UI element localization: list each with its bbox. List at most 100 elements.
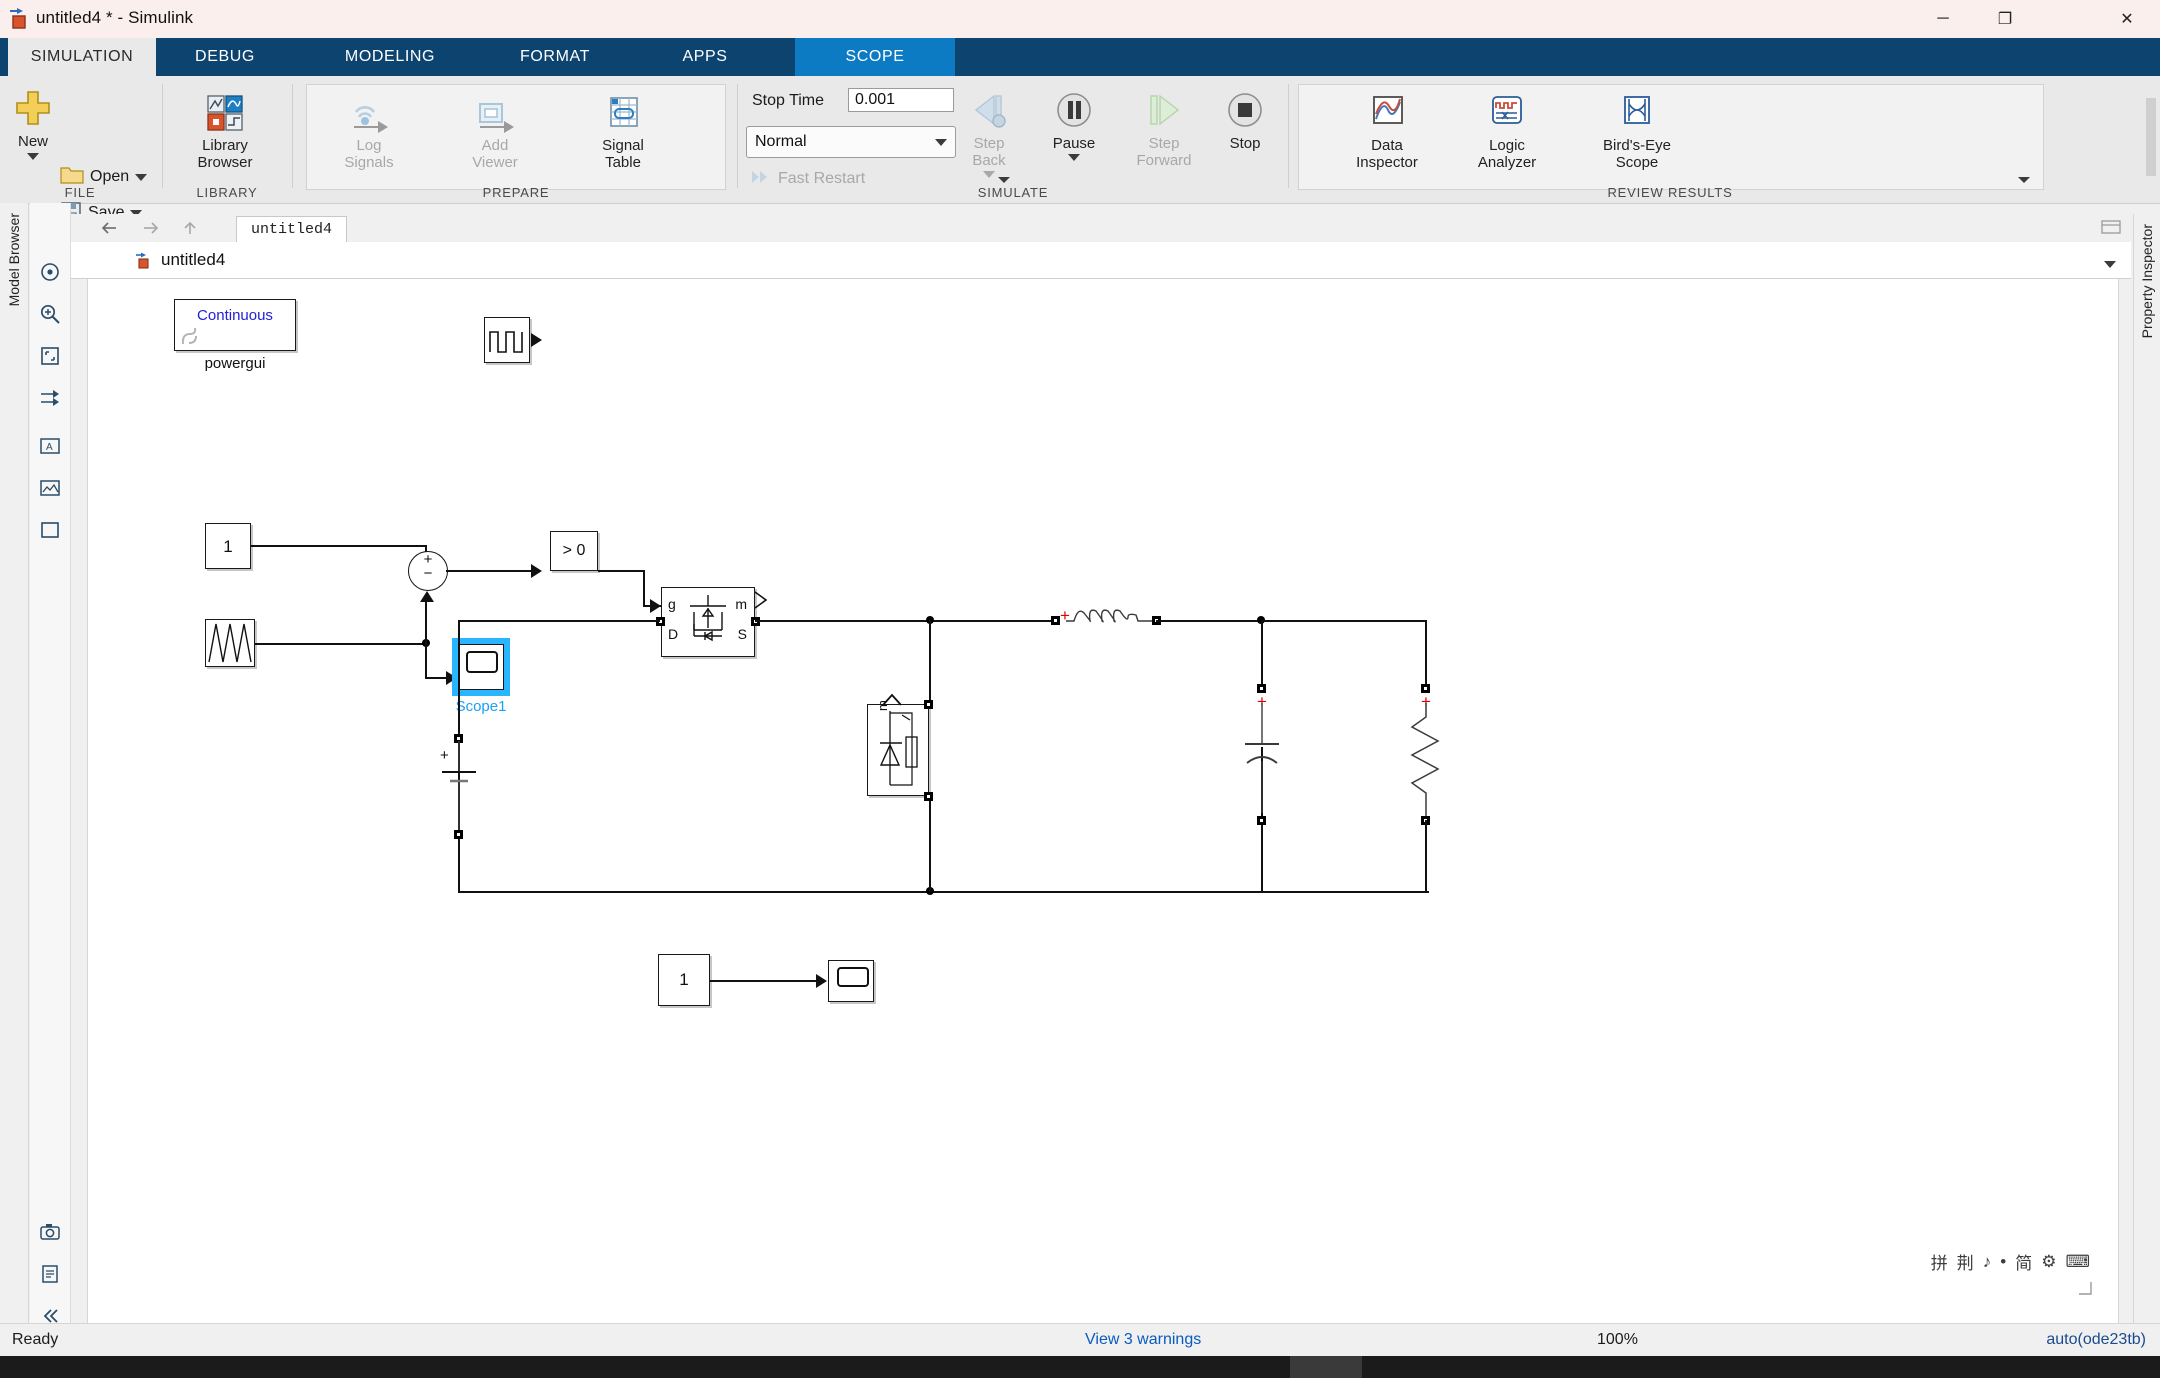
powergui-block[interactable]: Continuous bbox=[174, 299, 296, 351]
area-icon[interactable] bbox=[36, 516, 64, 544]
annotation-icon[interactable]: A bbox=[36, 432, 64, 460]
step-back-button: Step Back bbox=[950, 88, 1028, 178]
birds-eye-scope-button[interactable]: Bird's-Eye Scope bbox=[1572, 90, 1702, 171]
ribbon-scroll-thumb[interactable] bbox=[2146, 98, 2156, 176]
signal-table-label-1: Signal bbox=[602, 137, 644, 154]
scope1-block-label: Scope1 bbox=[455, 698, 507, 715]
simulation-mode-caret-icon[interactable] bbox=[935, 138, 947, 146]
data-inspector-button[interactable]: Data Inspector bbox=[1332, 90, 1442, 171]
mosfet-gate-port-label: g bbox=[668, 596, 676, 612]
tab-format[interactable]: FORMAT bbox=[490, 38, 620, 76]
scope1-block[interactable] bbox=[458, 644, 504, 690]
model-browser-strip[interactable]: Model Browser bbox=[0, 203, 29, 1339]
logic-analyzer-button[interactable]: Logic Analyzer bbox=[1452, 90, 1562, 171]
minimize-button[interactable]: ─ bbox=[1912, 0, 1974, 38]
tab-options-icon[interactable] bbox=[2101, 219, 2121, 240]
add-viewer-label-1: Add bbox=[481, 137, 509, 154]
ime-glyph-2[interactable]: 荆 bbox=[1957, 1249, 1974, 1274]
add-viewer-button: Add Viewer bbox=[452, 90, 538, 171]
diode-block[interactable]: m bbox=[867, 693, 929, 796]
ime-glyph-7[interactable]: ⌨ bbox=[2065, 1252, 2090, 1272]
ime-glyph-6[interactable]: ⚙ bbox=[2041, 1252, 2056, 1272]
fit-to-view-icon[interactable] bbox=[36, 342, 64, 370]
tab-scope[interactable]: SCOPE bbox=[795, 38, 955, 76]
log-signals-button: Log Signals bbox=[326, 90, 412, 171]
repeating-sequence-block[interactable] bbox=[205, 619, 255, 667]
ribbon-group-review: Data Inspector Logic Analyzer Bird's-Eye… bbox=[1290, 76, 2050, 203]
library-group-label: LIBRARY bbox=[196, 185, 258, 200]
taskbar-active-item[interactable] bbox=[1290, 1356, 1362, 1378]
camera-icon[interactable] bbox=[36, 1218, 64, 1246]
property-inspector-strip[interactable]: Property Inspector bbox=[2133, 214, 2160, 1339]
constant2-value: 1 bbox=[679, 970, 689, 989]
mosfet-drain-port[interactable] bbox=[656, 617, 665, 626]
wire-diode-to-bottom bbox=[929, 796, 931, 891]
constant-block[interactable]: 1 bbox=[205, 523, 251, 569]
mosfet-block[interactable]: g D S m bbox=[661, 587, 755, 657]
dc-source-negative-port[interactable] bbox=[454, 830, 463, 839]
signal-table-button[interactable]: Signal Table bbox=[580, 90, 666, 171]
status-warnings-link[interactable]: View 3 warnings bbox=[1085, 1331, 1201, 1349]
tab-apps[interactable]: APPS bbox=[650, 38, 760, 76]
compare-to-zero-block[interactable]: > 0 bbox=[550, 531, 598, 571]
step-forward-button: Step Forward bbox=[1120, 88, 1208, 169]
ime-glyph-4[interactable]: • bbox=[2000, 1252, 2006, 1272]
mosfet-gate-arrow-icon bbox=[650, 599, 661, 613]
stop-button[interactable]: Stop bbox=[1210, 88, 1280, 152]
ime-glyph-1[interactable]: 拼 bbox=[1931, 1249, 1948, 1274]
diode-cathode-port[interactable] bbox=[924, 792, 933, 801]
pause-button[interactable]: Pause bbox=[1035, 88, 1113, 161]
tab-simulation[interactable]: SIMULATION bbox=[8, 38, 156, 76]
canvas-resize-grip[interactable] bbox=[2078, 1281, 2092, 1295]
simulink-window: untitled4 * - Simulink ─ ❐ ✕ SIMULATION … bbox=[0, 0, 2160, 1378]
tab-debug[interactable]: DEBUG bbox=[170, 38, 280, 76]
wire-output-node-to-resistor bbox=[1261, 620, 1426, 622]
pulse-generator-block[interactable] bbox=[484, 317, 530, 363]
report-icon[interactable] bbox=[36, 1260, 64, 1288]
nav-forward-icon[interactable] bbox=[139, 218, 161, 238]
scope2-block[interactable] bbox=[828, 960, 874, 1002]
model-tab-untitled4[interactable]: untitled4 bbox=[236, 216, 348, 244]
mosfet-drain-port-label: D bbox=[668, 626, 679, 642]
open-caret-icon[interactable] bbox=[135, 173, 148, 181]
step-forward-icon bbox=[1141, 88, 1187, 132]
ribbon-group-prepare: Log Signals Add Viewer Signal Table PREP… bbox=[296, 76, 1010, 203]
new-button[interactable]: New bbox=[2, 86, 64, 160]
pause-label: Pause bbox=[1052, 135, 1096, 152]
ime-toolbar[interactable]: 拼 荆 ♪ • 简 ⚙ ⌨ bbox=[1924, 1246, 2096, 1277]
explore-icon[interactable] bbox=[36, 258, 64, 286]
wire-bottom-right bbox=[1261, 891, 1429, 893]
constant2-block[interactable]: 1 bbox=[658, 954, 710, 1006]
wire-compare-down bbox=[643, 570, 645, 606]
scope2-input-arrow-icon bbox=[816, 974, 827, 988]
zoom-in-icon[interactable] bbox=[36, 300, 64, 328]
mosfet-source-port[interactable] bbox=[751, 617, 760, 626]
new-caret-icon[interactable] bbox=[27, 153, 39, 160]
svg-text:A: A bbox=[46, 442, 53, 453]
simulation-mode-select[interactable]: Normal bbox=[746, 126, 956, 158]
pause-caret-icon[interactable] bbox=[1068, 154, 1080, 161]
ime-glyph-5[interactable]: 简 bbox=[2015, 1249, 2032, 1274]
ime-glyph-3[interactable]: ♪ bbox=[1983, 1252, 1992, 1272]
tab-modeling[interactable]: MODELING bbox=[320, 38, 460, 76]
breadcrumb: untitled4 bbox=[71, 242, 2131, 279]
stop-label: Stop bbox=[1229, 135, 1261, 152]
stop-time-input[interactable] bbox=[848, 88, 954, 112]
simulation-mode-value: Normal bbox=[755, 133, 807, 150]
signal-flow-icon[interactable] bbox=[36, 384, 64, 412]
signal-table-label-2: Table bbox=[605, 154, 641, 171]
maximize-button[interactable]: ❐ bbox=[1974, 0, 2036, 38]
inductor-left-port[interactable] bbox=[1051, 616, 1060, 625]
sawtooth-waveform-icon bbox=[208, 623, 252, 663]
library-browser-button[interactable]: Library Browser bbox=[182, 90, 268, 171]
nav-back-icon[interactable] bbox=[99, 218, 121, 238]
close-button[interactable]: ✕ bbox=[2094, 0, 2160, 38]
model-canvas[interactable]: Continuous powergui 1 + − > 0 Scope1 g D… bbox=[87, 279, 2119, 1338]
sum-block[interactable]: + − bbox=[408, 551, 448, 591]
diode-anode-port[interactable] bbox=[924, 700, 933, 709]
breadcrumb-caret-icon[interactable] bbox=[2103, 256, 2117, 274]
nav-up-icon[interactable] bbox=[179, 218, 201, 238]
birds-eye-scope-label-1: Bird's-Eye bbox=[1603, 137, 1671, 154]
capacitor-bottom-port[interactable] bbox=[1257, 816, 1266, 825]
image-icon[interactable] bbox=[36, 474, 64, 502]
